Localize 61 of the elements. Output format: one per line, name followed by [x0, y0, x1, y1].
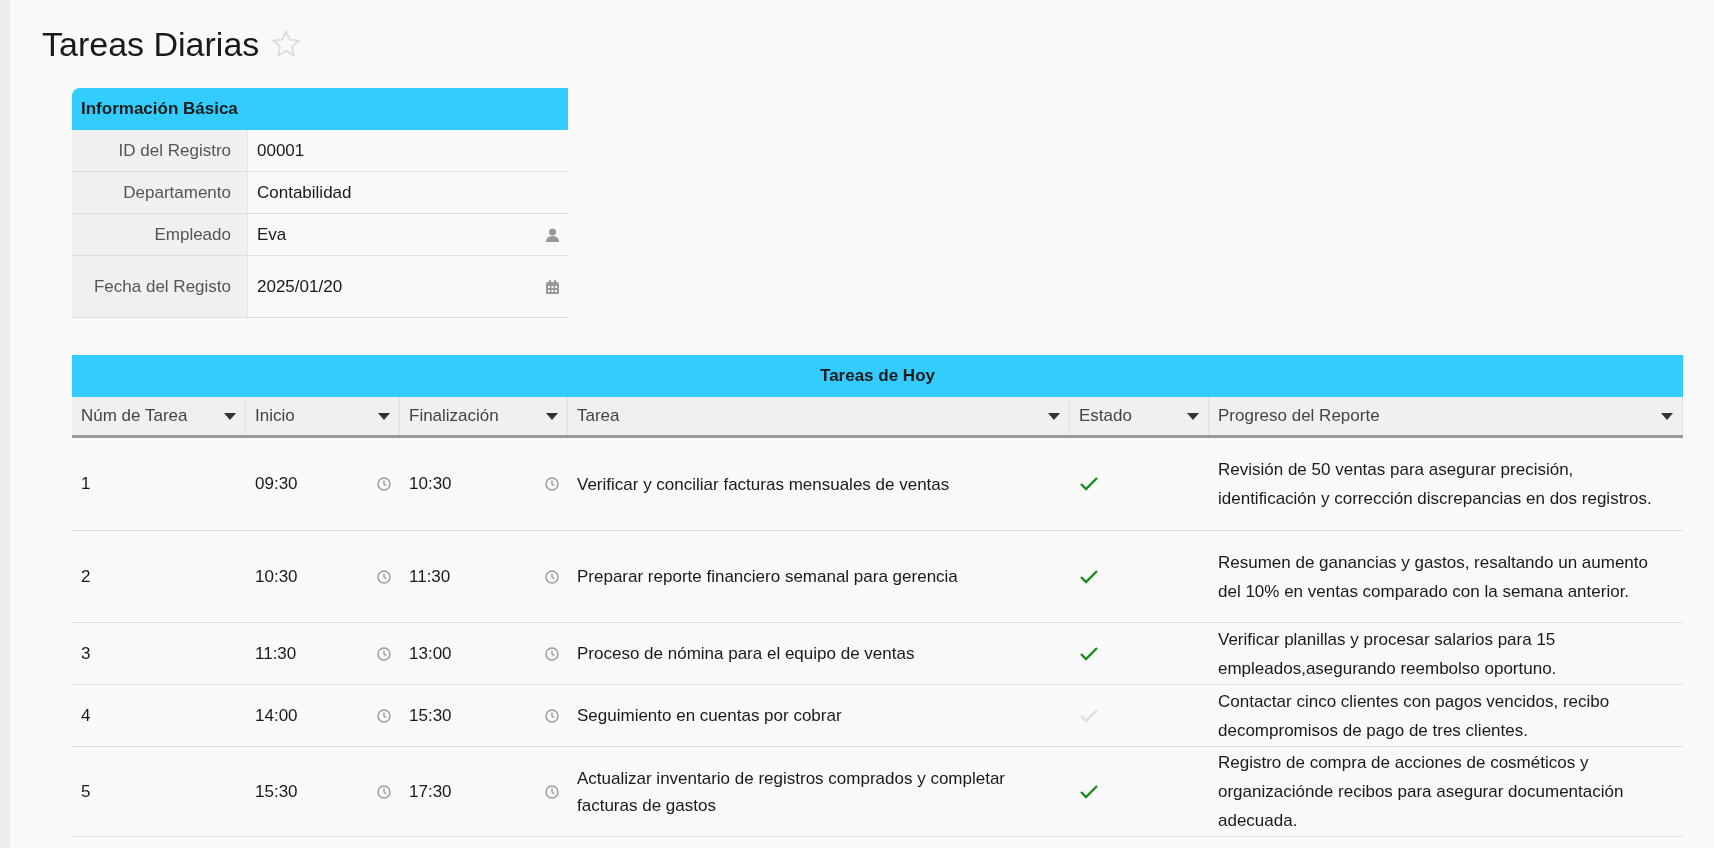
time-value: 14:00 [255, 704, 298, 727]
dropdown-caret-icon[interactable] [224, 412, 236, 420]
dropdown-caret-icon[interactable] [1187, 412, 1199, 420]
field-value[interactable]: 00001 [248, 130, 568, 171]
field-value[interactable]: Eva [248, 214, 568, 255]
section-header: Información Básica [72, 88, 568, 130]
table-cell-text: 4 [80, 704, 92, 727]
time-value: 10:30 [255, 565, 298, 588]
person-icon [546, 227, 559, 242]
time-value: 10:30 [409, 473, 452, 496]
page-title: Tareas Diarias [42, 27, 260, 61]
clock-icon [545, 784, 559, 799]
time-value: 13:00 [409, 642, 452, 665]
time-value: 15:30 [255, 780, 298, 803]
dropdown-caret-icon[interactable] [546, 412, 558, 420]
table-cell-text: Contactar cinco clientes con pagos vencidos, recibo decompromisos de pago de tres clientes. [1218, 690, 1611, 742]
table-cell-text: Registro de compra de acciones de cosméticos y organizaciónde recibos para asegurar documentación adecuada. [1218, 752, 1625, 832]
field-label: ID del Registro [72, 130, 248, 171]
table-cell-text: Verificar planillas y procesar salarios para 15 empleados,asegurando reembolso oportuno. [1218, 628, 1558, 680]
time-value: 17:30 [409, 780, 452, 803]
column-header[interactable]: Finalización [400, 397, 568, 435]
column-header[interactable]: Progreso del Reporte [1209, 397, 1683, 435]
field-value[interactable]: 2025/01/20 [248, 256, 568, 317]
table-cell-text: Revisión de 50 ventas para asegurar precisión, identificación y corrección discrepancias en dos registros. [1218, 459, 1653, 510]
dropdown-caret-icon[interactable] [378, 412, 390, 420]
dropdown-caret-icon[interactable] [1048, 412, 1060, 420]
table-cell-text: Proceso de nómina para el equipo de ventas [577, 643, 915, 665]
table-cell-text: Preparar reporte financiero semanal para gerencia [577, 566, 958, 588]
time-value: 11:30 [255, 642, 297, 665]
star-icon[interactable] [271, 29, 302, 59]
clock-icon [545, 708, 559, 723]
calendar-icon [546, 279, 559, 294]
clock-icon [377, 646, 391, 661]
time-value: 11:30 [409, 565, 451, 588]
column-header[interactable]: Estado [1070, 397, 1209, 435]
table-cell-text: Verificar y conciliar facturas mensuales de ventas [577, 473, 950, 496]
clock-icon [377, 569, 391, 584]
field-value[interactable]: Contabilidad [248, 172, 568, 213]
field-label: Empleado [72, 214, 248, 255]
table-cell-text: Actualizar inventario de registros comprados y completar facturas de gastos [577, 767, 1007, 817]
table-cell-text: 2 [80, 565, 92, 588]
section-header: Tareas de Hoy [72, 355, 1683, 397]
time-value: 09:30 [255, 473, 298, 496]
clock-icon [377, 708, 391, 723]
table-cell-text: 5 [80, 780, 92, 803]
column-header[interactable]: Núm de Tarea [72, 397, 246, 435]
field-label: Departamento [72, 172, 248, 213]
clock-icon [545, 477, 559, 491]
clock-icon [545, 646, 559, 661]
time-value: 15:30 [409, 704, 452, 727]
clock-icon [545, 569, 559, 584]
table-cell-text: Seguimiento en cuentas por cobrar [577, 705, 842, 727]
table-cell-text: 3 [80, 642, 92, 665]
table-cell-text: Resumen de ganancias y gastos, resaltando un aumento del 10% en ventas comparado con la semana anterior. [1218, 551, 1649, 603]
clock-icon [377, 477, 391, 491]
clock-icon [377, 784, 391, 799]
table-cell-text: 1 [80, 473, 92, 496]
column-header[interactable]: Tarea [568, 397, 1070, 435]
column-header[interactable]: Inicio [246, 397, 400, 435]
dropdown-caret-icon[interactable] [1661, 412, 1673, 420]
field-label: Fecha del Registo [72, 256, 248, 317]
